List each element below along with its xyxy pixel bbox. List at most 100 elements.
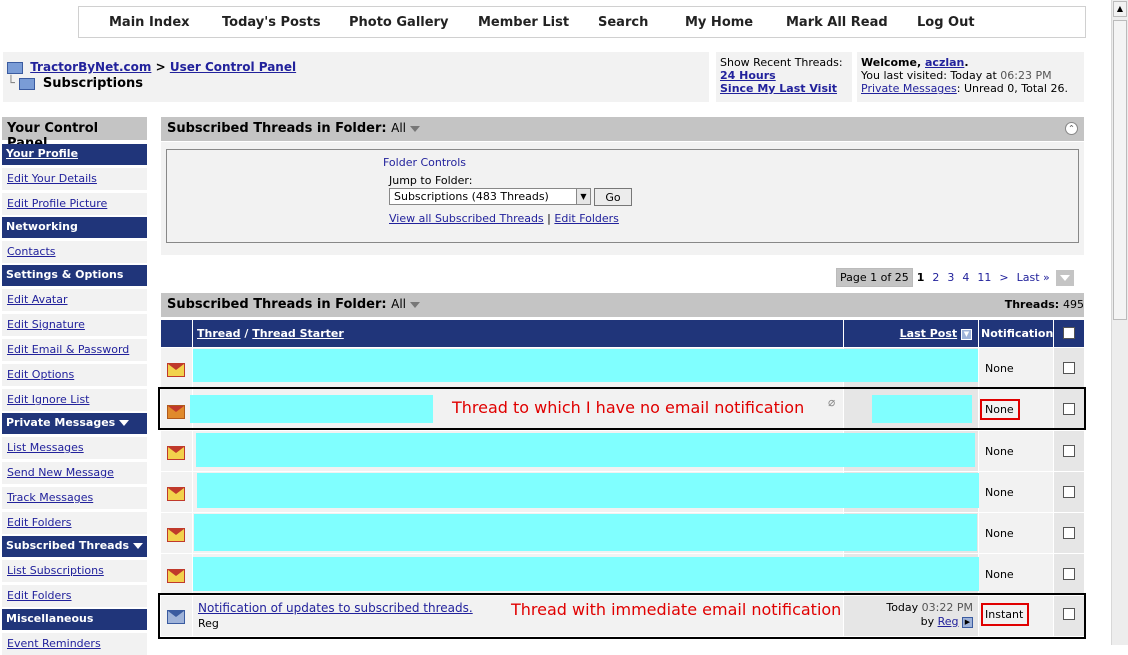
new-post-envelope-icon (167, 528, 185, 542)
sidebar-header-private-messages[interactable]: Private Messages (2, 413, 147, 434)
scrollbar-thumb[interactable] (1113, 20, 1127, 320)
row-4-checkbox[interactable] (1063, 486, 1075, 498)
edit-ignore-list-link[interactable]: Edit Ignore List (7, 393, 90, 406)
sidebar-item-edit-options[interactable]: Edit Options (2, 364, 147, 386)
your-profile-link[interactable]: Your Profile (6, 147, 78, 160)
nav-photo-gallery[interactable]: Photo Gallery (349, 15, 448, 30)
row-4-notification-cell: None (979, 472, 1053, 512)
threads-folder-dropdown[interactable]: All (391, 297, 406, 311)
row-6-select-cell (1054, 554, 1084, 594)
sort-by-starter[interactable]: Thread Starter (252, 327, 344, 340)
subscribed-threads-header-label: Subscribed Threads (6, 539, 129, 552)
vertical-scrollbar[interactable]: ▲ (1111, 0, 1128, 645)
sidebar-header-your-profile[interactable]: Your Profile (2, 144, 147, 165)
sidebar-item-event-reminders[interactable]: Event Reminders (2, 633, 147, 655)
nav-member-list[interactable]: Member List (478, 15, 569, 30)
go-button[interactable]: Go (594, 188, 632, 206)
top-navigation: Main Index Today's Posts Photo Gallery M… (78, 6, 1086, 38)
row-6-checkbox[interactable] (1063, 568, 1075, 580)
sidebar-item-edit-signature[interactable]: Edit Signature (2, 314, 147, 336)
breadcrumb-panel-link[interactable]: User Control Panel (170, 60, 296, 74)
page-2-link[interactable]: 2 (928, 269, 943, 286)
sidebar-item-edit-pm-folders[interactable]: Edit Folders (2, 512, 147, 534)
row-5-checkbox[interactable] (1063, 527, 1075, 539)
nav-todays-posts[interactable]: Today's Posts (222, 15, 321, 30)
edit-email-password-link[interactable]: Edit Email & Password (7, 343, 129, 356)
header-separator: / (244, 327, 249, 340)
select-all-checkbox[interactable] (1063, 327, 1075, 339)
edit-folders-link[interactable]: Edit Folders (554, 212, 619, 225)
sidebar-item-edit-ignore-list[interactable]: Edit Ignore List (2, 389, 147, 411)
page-4-link[interactable]: 4 (958, 269, 973, 286)
threads-list-header: Subscribed Threads in Folder: All (161, 293, 1084, 317)
edit-pm-folders-link[interactable]: Edit Folders (7, 516, 72, 529)
edit-sub-folders-link[interactable]: Edit Folders (7, 589, 72, 602)
pm-summary: : Unread 0, Total 26. (956, 82, 1068, 95)
collapse-icon[interactable]: ⌃ (1065, 122, 1078, 135)
contacts-link[interactable]: Contacts (7, 245, 56, 258)
chevron-down-icon[interactable] (133, 543, 143, 549)
view-all-subscribed-link[interactable]: View all Subscribed Threads (389, 212, 544, 225)
jump-folder-selected: Subscriptions (483 Threads) (394, 190, 549, 203)
edit-signature-link[interactable]: Edit Signature (7, 318, 85, 331)
sort-by-thread[interactable]: Thread (197, 327, 241, 340)
sidebar-header-subscribed-threads[interactable]: Subscribed Threads (2, 536, 147, 557)
recent-24-hours-link[interactable]: 24 Hours (720, 69, 776, 82)
sidebar-item-list-messages[interactable]: List Messages (2, 437, 147, 459)
sort-desc-icon[interactable]: ▼ (961, 328, 972, 340)
list-subscriptions-link[interactable]: List Subscriptions (7, 564, 104, 577)
private-messages-link[interactable]: Private Messages (861, 82, 957, 95)
chevron-down-icon[interactable] (410, 125, 421, 132)
sidebar-item-list-subscriptions[interactable]: List Subscriptions (2, 560, 147, 582)
folder-dropdown[interactable]: All (391, 121, 406, 135)
edit-profile-picture-link[interactable]: Edit Profile Picture (7, 197, 107, 210)
page-count-label[interactable]: Page 1 of 25 (836, 268, 913, 287)
sidebar-item-edit-details[interactable]: Edit Your Details (2, 168, 147, 190)
sidebar-item-send-message[interactable]: Send New Message (2, 462, 147, 484)
pager-dropdown-icon[interactable] (1055, 269, 1074, 286)
chevron-down-icon[interactable] (119, 420, 130, 426)
nav-log-out[interactable]: Log Out (917, 15, 975, 30)
control-panel-title: Your Control Panel (2, 117, 147, 151)
sidebar-item-edit-email-password[interactable]: Edit Email & Password (2, 339, 147, 361)
breadcrumb: TractorByNet.com > User Control Panel └ … (3, 52, 709, 102)
sort-by-last-post[interactable]: Last Post (900, 327, 958, 340)
next-page-link[interactable]: > (995, 269, 1012, 286)
nav-mark-all-read[interactable]: Mark All Read (786, 15, 888, 30)
edit-details-link[interactable]: Edit Your Details (7, 172, 97, 185)
sidebar-item-edit-sub-folders[interactable]: Edit Folders (2, 585, 147, 607)
folder-icon (7, 61, 23, 74)
sidebar-item-contacts[interactable]: Contacts (2, 241, 147, 263)
nav-search[interactable]: Search (598, 15, 648, 30)
sidebar-item-edit-avatar[interactable]: Edit Avatar (2, 289, 147, 311)
row-5-select-cell (1054, 513, 1084, 553)
page-3-link[interactable]: 3 (943, 269, 958, 286)
sidebar-item-edit-profile-picture[interactable]: Edit Profile Picture (2, 193, 147, 215)
edit-options-link[interactable]: Edit Options (7, 368, 74, 381)
send-message-link[interactable]: Send New Message (7, 466, 114, 479)
scroll-up-icon[interactable]: ▲ (1113, 1, 1127, 17)
breadcrumb-site-link[interactable]: TractorByNet.com (30, 60, 151, 74)
chevron-down-icon[interactable] (410, 301, 421, 308)
list-messages-link[interactable]: List Messages (7, 441, 84, 454)
sidebar-header-miscellaneous: Miscellaneous (2, 609, 147, 630)
sidebar-item-track-messages[interactable]: Track Messages (2, 487, 147, 509)
recent-since-last-visit-link[interactable]: Since My Last Visit (720, 82, 837, 95)
nav-my-home[interactable]: My Home (685, 15, 753, 30)
breadcrumb-current: Subscriptions (42, 76, 144, 91)
edit-avatar-link[interactable]: Edit Avatar (7, 293, 68, 306)
nav-main-index[interactable]: Main Index (109, 15, 190, 30)
event-reminders-link[interactable]: Event Reminders (7, 637, 101, 650)
page-11-link[interactable]: 11 (973, 269, 995, 286)
last-page-link[interactable]: Last » (1013, 269, 1054, 286)
row-1-checkbox[interactable] (1063, 362, 1075, 374)
threads-count-label: Threads: (1004, 298, 1060, 311)
row-3-select-cell (1054, 431, 1084, 471)
row-4-select-cell (1054, 472, 1084, 512)
welcome-user-link[interactable]: aczlan (925, 56, 964, 69)
jump-folder-select[interactable]: Subscriptions (483 Threads) ▼ (389, 188, 591, 205)
track-messages-link[interactable]: Track Messages (7, 491, 93, 504)
select-arrow-icon[interactable]: ▼ (576, 189, 590, 204)
row-3-checkbox[interactable] (1063, 445, 1075, 457)
select-all-column-header (1054, 320, 1084, 347)
